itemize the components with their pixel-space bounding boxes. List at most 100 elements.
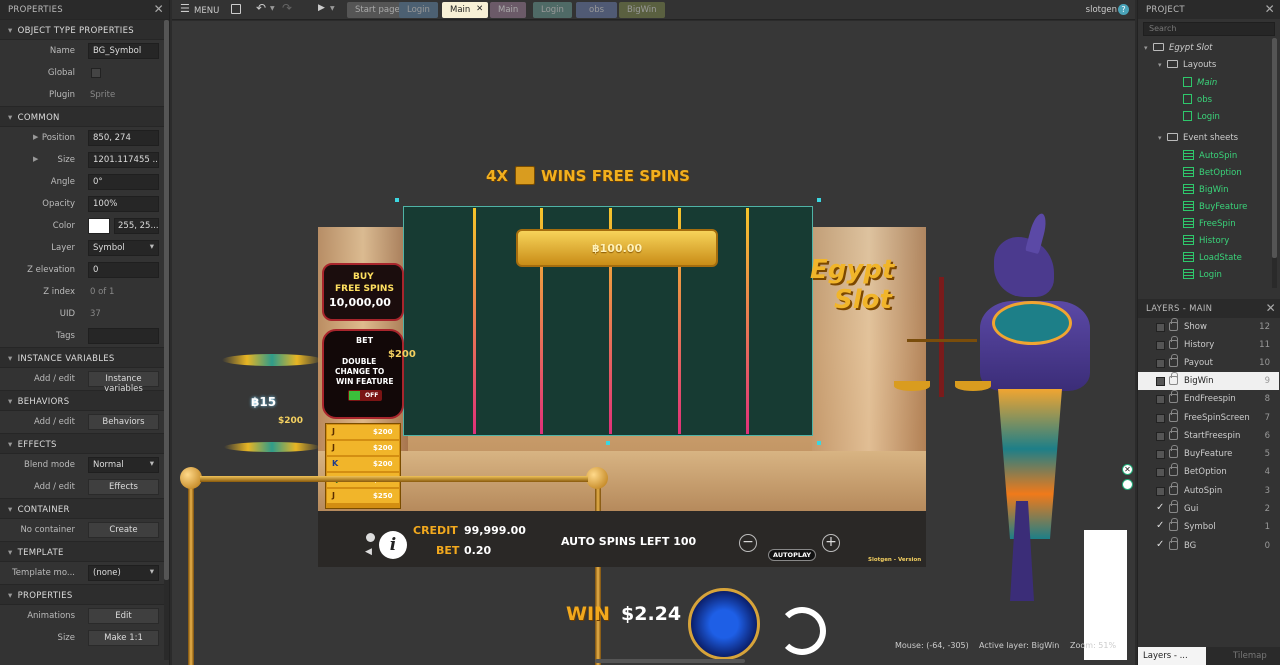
help-icon[interactable]: ?: [1118, 4, 1129, 15]
lock-icon[interactable]: [1169, 500, 1178, 513]
tree-folder-layouts[interactable]: ▾ Layouts: [1158, 60, 1216, 76]
position-field[interactable]: 850, 274: [88, 130, 159, 146]
layer-visibility-checkbox[interactable]: [1156, 414, 1165, 423]
project-search-input[interactable]: Search: [1143, 22, 1275, 36]
layer-item[interactable]: EndFreespin 8: [1138, 390, 1279, 408]
lock-icon[interactable]: [1169, 318, 1178, 331]
layer-visibility-checkbox[interactable]: [1156, 395, 1165, 404]
layer-item-selected[interactable]: BigWin 9: [1138, 372, 1279, 390]
make-1-1-button[interactable]: Make 1:1: [88, 630, 159, 646]
color-swatch[interactable]: [88, 218, 110, 234]
lock-icon[interactable]: [1169, 427, 1178, 440]
color-field[interactable]: 255, 25...: [114, 218, 159, 234]
lock-icon[interactable]: [1169, 409, 1178, 422]
section-effects[interactable]: EFFECTS: [0, 433, 169, 454]
layer-visibility-checkbox[interactable]: [1156, 377, 1165, 386]
selection-handle[interactable]: [606, 441, 610, 445]
hamburger-icon[interactable]: ☰: [180, 2, 190, 16]
project-scrollbar[interactable]: [1272, 38, 1277, 288]
layer-item[interactable]: Show 12: [1138, 318, 1279, 336]
copy-icon[interactable]: [1122, 479, 1133, 490]
close-icon[interactable]: ✕: [1265, 2, 1275, 16]
layer-item[interactable]: ✓ Symbol 1: [1138, 518, 1279, 536]
layer-visibility-checkbox[interactable]: [1156, 450, 1165, 459]
tree-event[interactable]: LoadState: [1183, 252, 1242, 268]
autoplay-button[interactable]: AUTOPLAY: [768, 549, 817, 561]
tree-event[interactable]: FreeSpin: [1183, 218, 1236, 234]
close-icon[interactable]: ✕: [1122, 464, 1133, 475]
chevron-down-icon[interactable]: ▼: [270, 5, 275, 19]
lock-icon[interactable]: [1169, 354, 1178, 367]
name-field[interactable]: BG_Symbol: [88, 43, 159, 59]
instance-variables-button[interactable]: Instance variables: [88, 371, 159, 394]
horizontal-scrollbar[interactable]: [595, 659, 745, 663]
selection-handle[interactable]: [817, 198, 821, 202]
layer-visibility-checkbox[interactable]: [1156, 323, 1165, 332]
global-checkbox[interactable]: [91, 68, 101, 78]
menu-button[interactable]: MENU: [194, 6, 219, 20]
create-button[interactable]: Create: [88, 522, 159, 538]
close-icon[interactable]: ✕: [476, 4, 483, 14]
tree-folder-events[interactable]: ▾ Event sheets: [1158, 133, 1238, 149]
lock-icon[interactable]: [1169, 537, 1178, 550]
tab-layers[interactable]: Layers - ...: [1138, 647, 1206, 665]
lock-icon[interactable]: [1169, 445, 1178, 458]
tree-layout-obs[interactable]: obs: [1183, 94, 1212, 110]
tab-bigwin[interactable]: BigWin: [619, 2, 665, 18]
layer-visibility-checkbox[interactable]: [1156, 432, 1165, 441]
menu-list-icon[interactable]: [366, 533, 375, 542]
redo-icon[interactable]: ↷: [282, 1, 292, 15]
tab-obs[interactable]: obs: [576, 2, 618, 18]
tree-event[interactable]: History: [1183, 235, 1229, 251]
layer-visibility-checkbox[interactable]: [1156, 487, 1165, 496]
lock-icon[interactable]: [1169, 336, 1178, 349]
tree-root[interactable]: ▾ Egypt Slot: [1144, 43, 1213, 59]
tab-login-events[interactable]: Login: [533, 2, 572, 18]
spin-button[interactable]: [688, 588, 760, 660]
tab-main[interactable]: Main: [490, 2, 527, 18]
tab-main-active[interactable]: Main ✕: [442, 2, 489, 18]
refresh-icon[interactable]: [778, 607, 826, 655]
user-name[interactable]: slotgen: [1086, 5, 1117, 15]
behaviors-button[interactable]: Behaviors: [88, 414, 159, 430]
section-container[interactable]: CONTAINER: [0, 498, 169, 519]
expand-icon[interactable]: ▶: [33, 133, 38, 141]
expand-icon[interactable]: ▶: [33, 155, 38, 163]
minus-button[interactable]: −: [739, 534, 757, 552]
tree-event[interactable]: Login: [1183, 269, 1222, 285]
layer-item[interactable]: FreeSpinScreen 7: [1138, 409, 1279, 427]
undo-icon[interactable]: ↶: [256, 1, 266, 15]
layer-item[interactable]: History 11: [1138, 336, 1279, 354]
layer-select[interactable]: Symbol: [88, 240, 159, 256]
layer-item[interactable]: StartFreespin 6: [1138, 427, 1279, 445]
zelevation-field[interactable]: 0: [88, 262, 159, 278]
selection-handle[interactable]: [395, 198, 399, 202]
play-icon[interactable]: ▶: [318, 3, 325, 17]
save-icon[interactable]: [231, 4, 241, 14]
section-instance-variables[interactable]: INSTANCE VARIABLES: [0, 347, 169, 368]
tree-layout-login[interactable]: Login: [1183, 111, 1220, 127]
template-mode-select[interactable]: (none): [88, 565, 159, 581]
tree-event[interactable]: AutoSpin: [1183, 150, 1237, 166]
properties-scrollbar[interactable]: [164, 20, 169, 660]
lock-icon[interactable]: [1169, 518, 1178, 531]
close-icon[interactable]: ✕: [1266, 301, 1276, 315]
section-properties[interactable]: PROPERTIES: [0, 584, 169, 605]
tab-login[interactable]: Login: [399, 2, 438, 18]
chevron-down-icon[interactable]: ▼: [330, 5, 335, 19]
tree-event[interactable]: BuyFeature: [1183, 201, 1247, 217]
section-behaviors[interactable]: BEHAVIORS: [0, 390, 169, 411]
layer-item[interactable]: ✓ BG 0: [1138, 537, 1279, 555]
layer-item[interactable]: BetOption 4: [1138, 463, 1279, 481]
tree-event[interactable]: BigWin: [1183, 184, 1229, 200]
lock-icon[interactable]: [1169, 463, 1178, 476]
tab-tilemap[interactable]: Tilemap: [1233, 651, 1267, 661]
layout-canvas[interactable]: ฿100.00 4X WINS FREE SPINS Egypt Slot BU…: [172, 21, 1135, 665]
info-icon[interactable]: i: [379, 531, 407, 559]
angle-field[interactable]: 0°: [88, 174, 159, 190]
layer-item[interactable]: ✓ Gui 2: [1138, 500, 1279, 518]
sound-icon[interactable]: ◀: [365, 547, 372, 557]
check-icon[interactable]: ✓: [1156, 502, 1164, 513]
layer-item[interactable]: AutoSpin 3: [1138, 482, 1279, 500]
layer-visibility-checkbox[interactable]: [1156, 359, 1165, 368]
